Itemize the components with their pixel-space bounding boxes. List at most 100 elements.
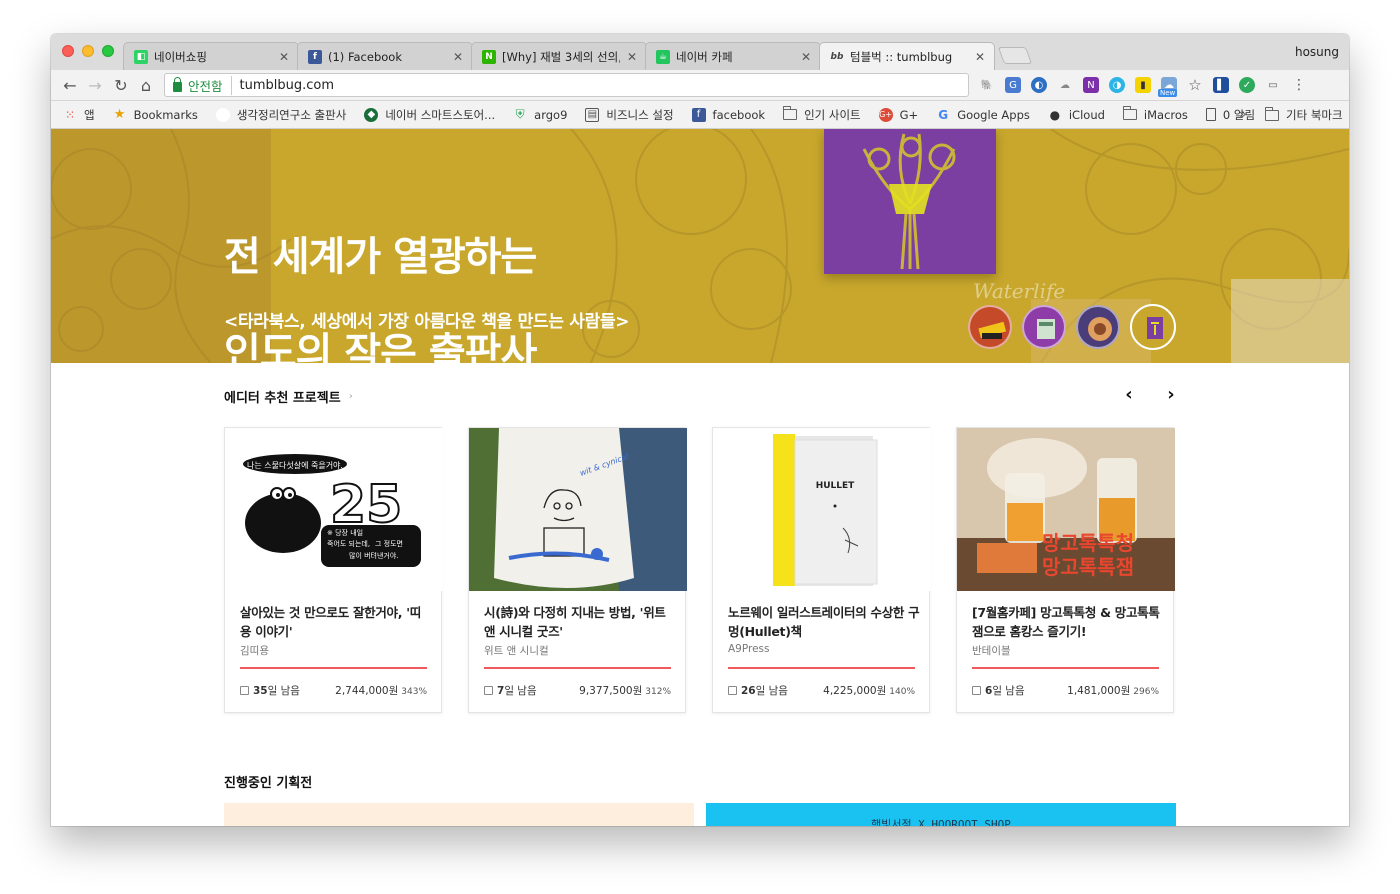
forward-arrow-icon[interactable]: →	[84, 75, 106, 97]
carousel-next-button[interactable]: ›	[1161, 384, 1181, 405]
close-window-button[interactable]	[62, 45, 74, 57]
cloud-icon[interactable]: ☁	[1057, 77, 1073, 93]
tab-naver-shopping[interactable]: ◧ 네이버쇼핑 ✕	[123, 42, 299, 70]
amount-value: 1,481,000원	[1067, 685, 1131, 697]
project-title[interactable]: 살아있는 것 만으로도 잘한거야, '띠용 이야기'	[240, 603, 432, 641]
days-left: 26일 남음	[728, 683, 788, 698]
bookmark-apps[interactable]: ⁙ 앱	[63, 107, 95, 123]
bookmark-ext-icon[interactable]: ▌	[1213, 77, 1229, 93]
project-card[interactable]: wit & cynical 시(詩)와 다정히 지내는 방법, '위트 앤 시니…	[468, 427, 687, 713]
note-text: 그 정도면	[375, 539, 403, 548]
bookmark-facebook[interactable]: f facebook	[691, 107, 765, 122]
close-tab-icon[interactable]: ✕	[452, 50, 464, 64]
calendar-icon	[484, 686, 493, 695]
bookmark-label: 기타 북마크	[1286, 108, 1343, 122]
browser-window: ◧ 네이버쇼핑 ✕ f (1) Facebook ✕ N [Why] 재벌 3세…	[51, 34, 1349, 826]
tab-naver-cafe[interactable]: ☕ 네이버 카페 ✕	[645, 42, 821, 70]
bookmark-other[interactable]: 기타 북마크	[1265, 106, 1343, 123]
address-bar[interactable]: 안전함 tumblbug.com	[164, 73, 969, 97]
circle-app-icon[interactable]: ◑	[1109, 77, 1125, 93]
bookmark-smartstore[interactable]: ◆ 네이버 스마트스토어...	[364, 107, 495, 123]
bookmark-imacros[interactable]: iMacros	[1122, 106, 1188, 122]
bookmark-icloud[interactable]: ● iCloud	[1048, 108, 1105, 122]
funding-percent: 312%	[645, 687, 671, 697]
book-title-text: HULLET	[816, 481, 855, 491]
minimize-window-button[interactable]	[82, 45, 94, 57]
project-card[interactable]: HULLET 노르웨이 일러스트레이터의 수상한 구멍(Hullet)책 A9P…	[712, 427, 931, 713]
close-tab-icon[interactable]: ✕	[800, 50, 812, 64]
carousel-prev-button[interactable]: ‹	[1119, 384, 1139, 405]
facebook-icon: f	[308, 49, 322, 64]
back-arrow-icon[interactable]: ←	[59, 75, 81, 97]
ongoing-exhibitions-heading: 진행중인 기획전	[224, 776, 313, 791]
days-suffix: 일 남음	[992, 685, 1025, 697]
project-stats: 6일 남음 1,481,000원 296%	[972, 683, 1159, 698]
globe-icon[interactable]: ◐	[1031, 77, 1047, 93]
calendar-icon	[240, 686, 249, 695]
hero-subtitle: <타라북스, 세상에서 가장 아름다운 책을 만드는 사람들>	[224, 312, 630, 332]
bookmark-google-apps[interactable]: G Google Apps	[936, 108, 1030, 122]
project-title[interactable]: 시(詩)와 다정히 지내는 방법, '위트 앤 시니컬 굿즈'	[484, 603, 676, 641]
bookmark-popular-sites[interactable]: 인기 사이트	[783, 106, 861, 123]
editor-picks-heading[interactable]: 에디터 추천 프로젝트 ›	[224, 387, 353, 406]
evernote-icon[interactable]: 🐘	[979, 77, 995, 93]
carousel-thumb[interactable]	[1022, 305, 1066, 349]
bookmark-label: 앱	[84, 107, 95, 122]
bookmark-label: G+	[899, 107, 919, 122]
hero-title-line: 인도의 작은 출판사	[224, 330, 537, 363]
cast-icon[interactable]: ▭	[1265, 77, 1281, 93]
calendar-icon	[728, 686, 737, 695]
home-icon[interactable]: ⌂	[135, 75, 157, 97]
reload-icon[interactable]: ↻	[110, 75, 132, 97]
exhibition-banner[interactable]	[224, 803, 694, 826]
calendar-icon	[972, 686, 981, 695]
check-icon[interactable]: ✓	[1239, 77, 1255, 93]
naver-shopping-icon: ◧	[134, 49, 148, 64]
project-card[interactable]: 망고톡톡청 망고톡톡잼 [7월홈카페] 망고톡톡청 & 망고톡톡잼으로 홈캉스 …	[956, 427, 1175, 713]
days-number: 35	[253, 685, 268, 697]
funding-percent: 140%	[889, 687, 915, 697]
menu-dots-icon[interactable]: ⋮	[1291, 77, 1307, 93]
bookmark-argo9[interactable]: ⛨ argo9	[513, 107, 568, 122]
exhibition-banner[interactable]: 햇빛서점 X HOOROOT SHOP	[706, 803, 1176, 826]
tab-tumblbug[interactable]: bb 텀블벅 :: tumblbug ✕	[819, 42, 995, 70]
progress-bar	[240, 667, 427, 669]
bookmark-publisher[interactable]: 생각정리연구소 출판사	[215, 107, 346, 123]
bookmarks-overflow-button[interactable]: »	[1239, 107, 1246, 121]
project-image: 망고톡톡청 망고톡톡잼	[957, 428, 1175, 591]
weather-icon[interactable]: ☁ New	[1158, 77, 1178, 97]
close-tab-icon[interactable]: ✕	[278, 50, 290, 64]
zoom-window-button[interactable]	[102, 45, 114, 57]
carousel-thumb-active[interactable]	[1130, 304, 1176, 350]
hero-banner[interactable]: 전 세계가 열광하는 인도의 작은 출판사 <타라북스, 세상에서 가장 아름다…	[51, 129, 1349, 363]
project-title[interactable]: [7월홈카페] 망고톡톡청 & 망고톡톡잼으로 홈캉스 즐기기!	[972, 603, 1164, 641]
bookmark-google-plus[interactable]: G+ G+	[878, 107, 919, 122]
close-tab-icon[interactable]: ✕	[626, 50, 638, 64]
bookmark-bookmarks[interactable]: ★ Bookmarks	[113, 107, 198, 122]
bookmark-label: 인기 사이트	[804, 107, 861, 122]
note-text: 죽어도 되는데,	[327, 539, 370, 548]
bookmark-notifications[interactable]: 0 알림	[1205, 107, 1255, 123]
star-icon[interactable]: ☆	[1187, 76, 1203, 94]
new-tab-button[interactable]	[997, 47, 1033, 64]
translate-icon[interactable]: G	[1005, 77, 1021, 93]
url-text[interactable]: tumblbug.com	[240, 78, 335, 93]
tab-facebook[interactable]: f (1) Facebook ✕	[297, 42, 473, 70]
project-card[interactable]: 나는 스물다섯살에 죽을거야. 25 ※ 당장 내일 죽어도 되는데, 그 정도…	[224, 427, 443, 713]
close-tab-icon[interactable]: ✕	[974, 50, 986, 64]
tab-news[interactable]: N [Why] 재벌 3세의 선의, 변 ✕	[471, 42, 647, 70]
profile-name[interactable]: hosung	[1295, 45, 1339, 59]
amount-value: 4,225,000원	[823, 685, 887, 697]
keep-icon[interactable]: ▮	[1135, 77, 1151, 93]
onenote-icon[interactable]: N	[1083, 77, 1099, 93]
carousel-thumb[interactable]	[968, 305, 1012, 349]
days-suffix: 일 남음	[267, 685, 300, 697]
progress-bar	[972, 667, 1159, 669]
funding-amount: 2,744,000원 343%	[335, 683, 427, 698]
bookmark-business-settings[interactable]: ▤ 비즈니스 설정	[585, 107, 674, 123]
carousel-thumb[interactable]	[1076, 305, 1120, 349]
days-left: 7일 남음	[484, 683, 537, 698]
bookmark-label: Google Apps	[957, 107, 1030, 122]
blank-page-icon	[215, 107, 230, 122]
project-title[interactable]: 노르웨이 일러스트레이터의 수상한 구멍(Hullet)책	[728, 603, 920, 641]
